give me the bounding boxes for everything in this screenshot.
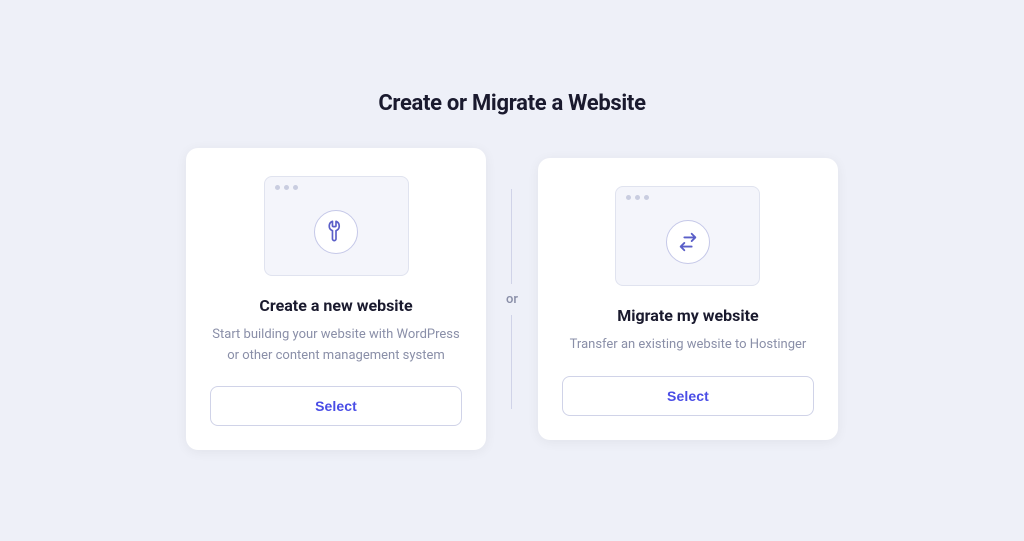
browser-dot [644,195,649,200]
browser-dot [284,185,289,190]
browser-dot [275,185,280,190]
page-title: Create or Migrate a Website [378,91,645,116]
migrate-card: Migrate my website Transfer an existing … [538,158,838,439]
migrate-arrows-icon [677,231,699,253]
divider-line-top [511,189,512,284]
browser-dots-migrate [616,187,759,206]
cards-row: Create a new website Start building your… [186,148,838,449]
wrench-icon [320,216,352,248]
browser-dot [635,195,640,200]
create-card-description: Start building your website with WordPre… [210,325,462,365]
browser-icon-area [265,196,408,268]
arrows-icon-circle [666,220,710,264]
create-select-button[interactable]: Select [210,386,462,426]
migrate-card-title: Migrate my website [617,306,758,325]
browser-icon-area-migrate [616,206,759,278]
create-card-title: Create a new website [259,296,412,315]
migrate-select-button[interactable]: Select [562,376,814,416]
browser-mockup-create [264,176,409,276]
browser-dot [626,195,631,200]
browser-dots [265,177,408,196]
browser-mockup-migrate [615,186,760,286]
migrate-card-description: Transfer an existing website to Hostinge… [570,335,807,355]
create-card: Create a new website Start building your… [186,148,486,449]
wrench-icon-circle [314,210,358,254]
divider-or: or [506,189,518,409]
divider-text: or [506,292,518,307]
page-container: Create or Migrate a Website [0,71,1024,469]
divider-line-bottom [511,315,512,410]
browser-dot [293,185,298,190]
